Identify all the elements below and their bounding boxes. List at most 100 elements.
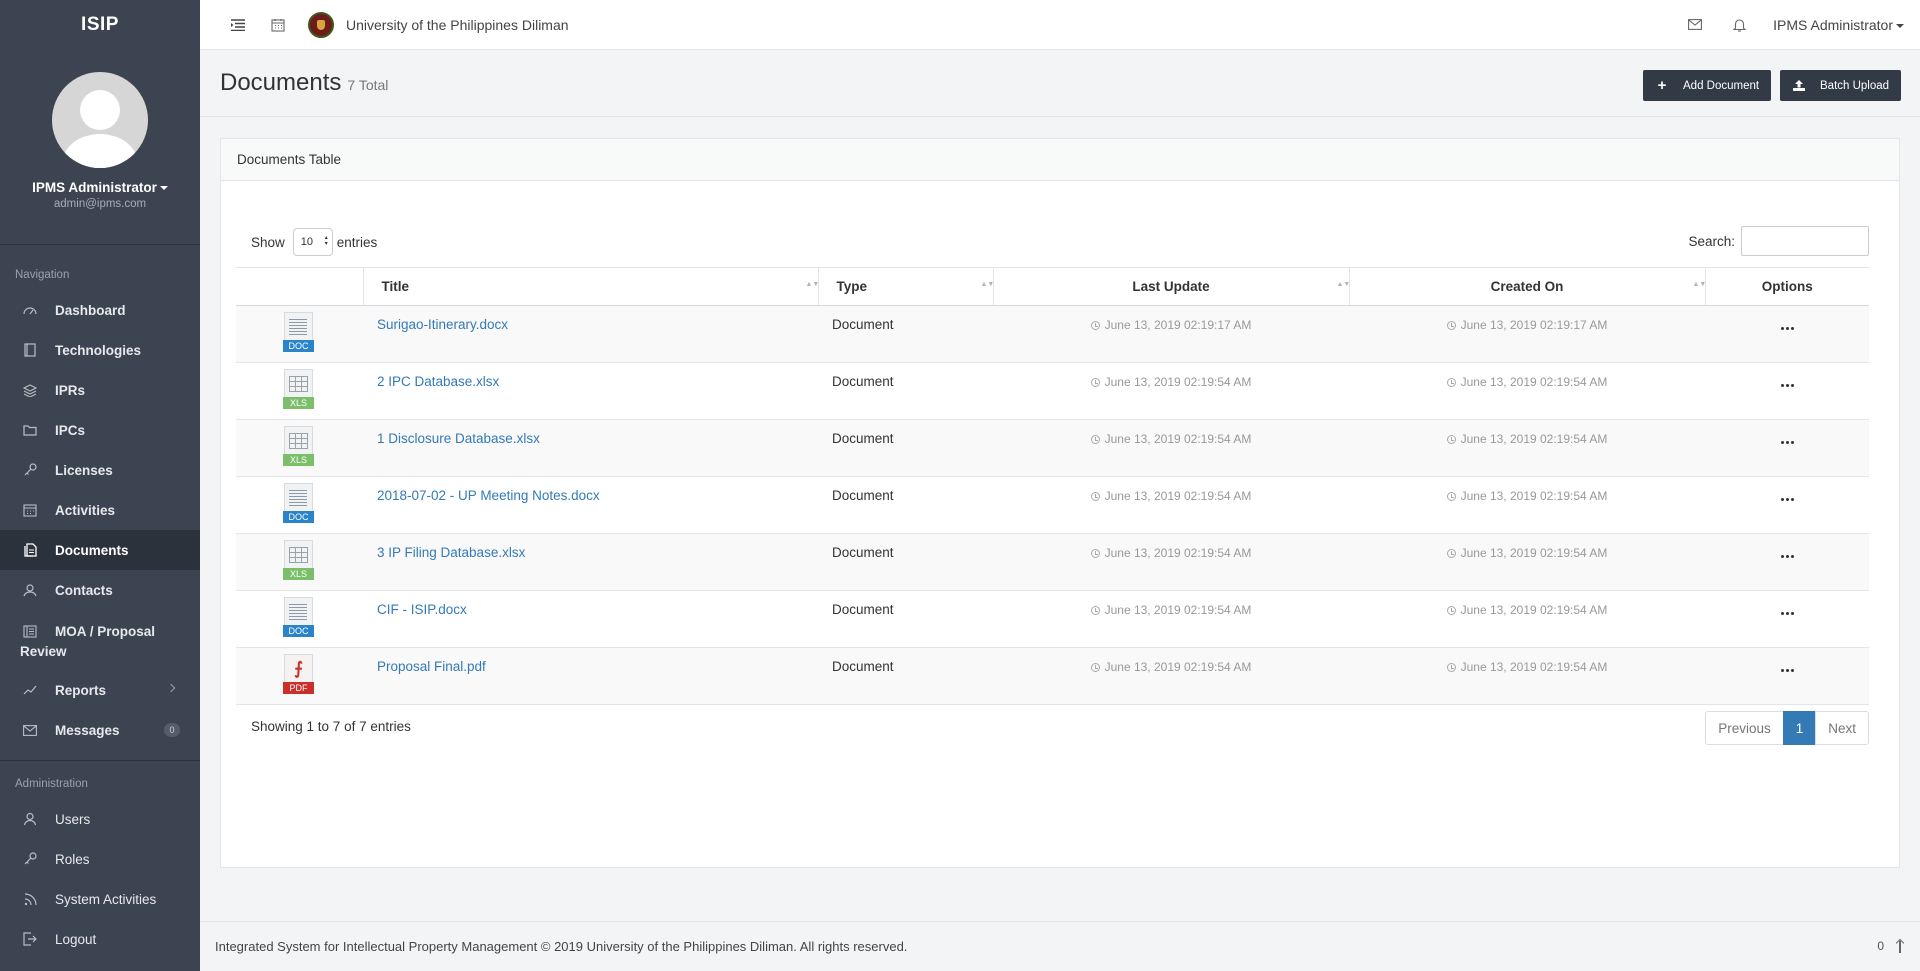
sidebar-item-licenses[interactable]: Licenses: [0, 450, 200, 490]
sort-icon: ▲▼: [1692, 281, 1707, 288]
profile-menu[interactable]: IPMS Administrator: [0, 180, 200, 195]
next-page-button[interactable]: Next: [1815, 711, 1869, 745]
file-type-tag: XLS: [283, 397, 314, 409]
sidebar-item-label: Reports: [55, 682, 107, 698]
file-icon-cell: XLS: [236, 362, 363, 420]
user-menu[interactable]: IPMS Administrator: [1773, 17, 1904, 33]
options-cell: [1705, 647, 1869, 705]
add-document-button[interactable]: + Add Document: [1643, 70, 1772, 101]
more-options-icon[interactable]: [1775, 549, 1800, 564]
sidebar-item-ipcs[interactable]: IPCs: [0, 410, 200, 450]
previous-page-button[interactable]: Previous: [1705, 711, 1784, 745]
sort-icon: ▲▼: [1336, 281, 1351, 288]
bell-icon[interactable]: [1729, 15, 1749, 35]
entries-select[interactable]: 10: [292, 228, 333, 256]
sidebar: ISIP IPMS Administrator admin@ipms.com N…: [0, 0, 200, 971]
university-seal-icon: [308, 11, 334, 38]
key-icon: [22, 462, 38, 478]
document-title-link[interactable]: Surigao-Itinerary.docx: [377, 317, 508, 332]
created-on-value: June 13, 2019 02:19:54 AM: [1460, 660, 1608, 674]
document-title-link[interactable]: 2018-07-02 - UP Meeting Notes.docx: [377, 488, 600, 503]
title-cell: 2 IPC Database.xlsx: [363, 362, 818, 420]
clock-icon: [1446, 378, 1456, 387]
document-title-link[interactable]: Proposal Final.pdf: [377, 659, 486, 674]
clock-icon: [1090, 606, 1100, 615]
last-update-cell: June 13, 2019 02:19:54 AM: [993, 533, 1349, 591]
type-cell: Document: [818, 305, 993, 363]
file-type-tag: DOC: [283, 511, 314, 523]
last-update-value: June 13, 2019 02:19:54 AM: [1104, 546, 1252, 560]
sidebar-item-contacts[interactable]: Contacts: [0, 570, 200, 610]
clock-icon: [1090, 549, 1100, 558]
clock-icon: [1446, 606, 1456, 615]
created-on-cell: June 13, 2019 02:19:54 AM: [1349, 419, 1705, 477]
more-options-icon[interactable]: [1775, 321, 1800, 336]
last-update-value: June 13, 2019 02:19:54 AM: [1104, 603, 1252, 617]
search-input[interactable]: [1741, 226, 1869, 256]
document-title-link[interactable]: CIF - ISIP.docx: [377, 602, 467, 617]
menu-toggle-icon[interactable]: [228, 15, 248, 35]
sidebar-item-documents[interactable]: Documents: [0, 530, 200, 570]
add-document-label: Add Document: [1683, 79, 1760, 92]
more-options-icon[interactable]: [1775, 663, 1800, 678]
sidebar-item-label: Contacts: [55, 582, 113, 598]
pagination: Previous 1 Next: [1705, 711, 1869, 745]
column-header-title[interactable]: Title ▲▼: [362, 267, 820, 306]
plus-icon: +: [1657, 77, 1667, 94]
file-icon-cell: XLS: [236, 533, 363, 591]
user-profile: IPMS Administrator admin@ipms.com: [0, 51, 200, 245]
scroll-top-icon[interactable]: [1896, 939, 1904, 953]
documents-icon: [22, 542, 38, 558]
sidebar-item-dashboard[interactable]: Dashboard: [0, 290, 200, 330]
table-row: ⨍ PDF Proposal Final.pdf Document June 13, 2…: [236, 647, 1869, 705]
options-cell: [1705, 419, 1869, 477]
sidebar-item-label: Roles: [55, 851, 90, 867]
sidebar-item-logout[interactable]: Logout: [0, 919, 200, 959]
doc-file-icon: DOC: [283, 483, 314, 523]
more-options-icon[interactable]: [1775, 378, 1800, 393]
column-header-last-update[interactable]: Last Update ▲▼: [992, 267, 1351, 306]
column-header-type[interactable]: Type ▲▼: [817, 267, 994, 306]
doc-file-icon: DOC: [283, 312, 314, 352]
created-on-cell: June 13, 2019 02:19:54 AM: [1349, 647, 1705, 705]
sidebar-item-label: MOA / Proposal Review: [20, 624, 156, 659]
sidebar-item-label: Technologies: [55, 342, 142, 358]
last-update-cell: June 13, 2019 02:19:54 AM: [993, 647, 1349, 705]
page-1-button[interactable]: 1: [1782, 711, 1817, 745]
sidebar-item-reports[interactable]: Reports: [0, 670, 200, 710]
sidebar-item-roles[interactable]: Roles: [0, 839, 200, 879]
calendar-icon: [22, 502, 38, 518]
document-title-link[interactable]: 3 IP Filing Database.xlsx: [377, 545, 525, 560]
options-cell: [1705, 533, 1869, 591]
mail-icon[interactable]: [1685, 15, 1705, 35]
batch-upload-button[interactable]: Batch Upload: [1780, 70, 1902, 101]
calendar-icon[interactable]: [268, 15, 288, 35]
clock-icon: [1446, 663, 1456, 672]
clock-icon: [1446, 549, 1456, 558]
more-options-icon[interactable]: [1775, 435, 1800, 450]
sidebar-item-users[interactable]: Users: [0, 799, 200, 839]
admin-header: Administration: [15, 778, 88, 790]
more-options-icon[interactable]: [1775, 492, 1800, 507]
profile-email: admin@ipms.com: [53, 198, 147, 210]
contacts-icon: [22, 582, 38, 598]
document-title-link[interactable]: 1 Disclosure Database.xlsx: [377, 431, 540, 446]
university-name: University of the Philippines Diliman: [346, 16, 569, 33]
sidebar-item-system-activities[interactable]: System Activities: [0, 879, 200, 919]
sidebar-item-technologies[interactable]: Technologies: [0, 330, 200, 370]
page-title: Documents 7 Total: [220, 69, 388, 97]
column-header-created-on[interactable]: Created On ▲▼: [1348, 267, 1707, 306]
column-last-update-label: Last Update: [1132, 279, 1210, 294]
page-header: Documents 7 Total + Add Document Batch Upl…: [200, 51, 1920, 117]
last-update-value: June 13, 2019 02:19:54 AM: [1104, 432, 1252, 446]
brand-logo[interactable]: ISIP: [0, 0, 200, 50]
more-options-icon[interactable]: [1775, 606, 1800, 621]
sort-icon: ▲▼: [805, 281, 820, 288]
sidebar-item-moa-proposal-review[interactable]: MOA / Proposal Review: [0, 610, 200, 670]
document-title-link[interactable]: 2 IPC Database.xlsx: [377, 374, 499, 389]
sidebar-item-iprs[interactable]: IPRs: [0, 370, 200, 410]
page-title-text: Documents: [220, 69, 342, 96]
column-title-label: Title: [381, 279, 410, 294]
sidebar-item-activities[interactable]: Activities: [0, 490, 200, 530]
sidebar-item-messages[interactable]: Messages 0: [0, 710, 200, 750]
